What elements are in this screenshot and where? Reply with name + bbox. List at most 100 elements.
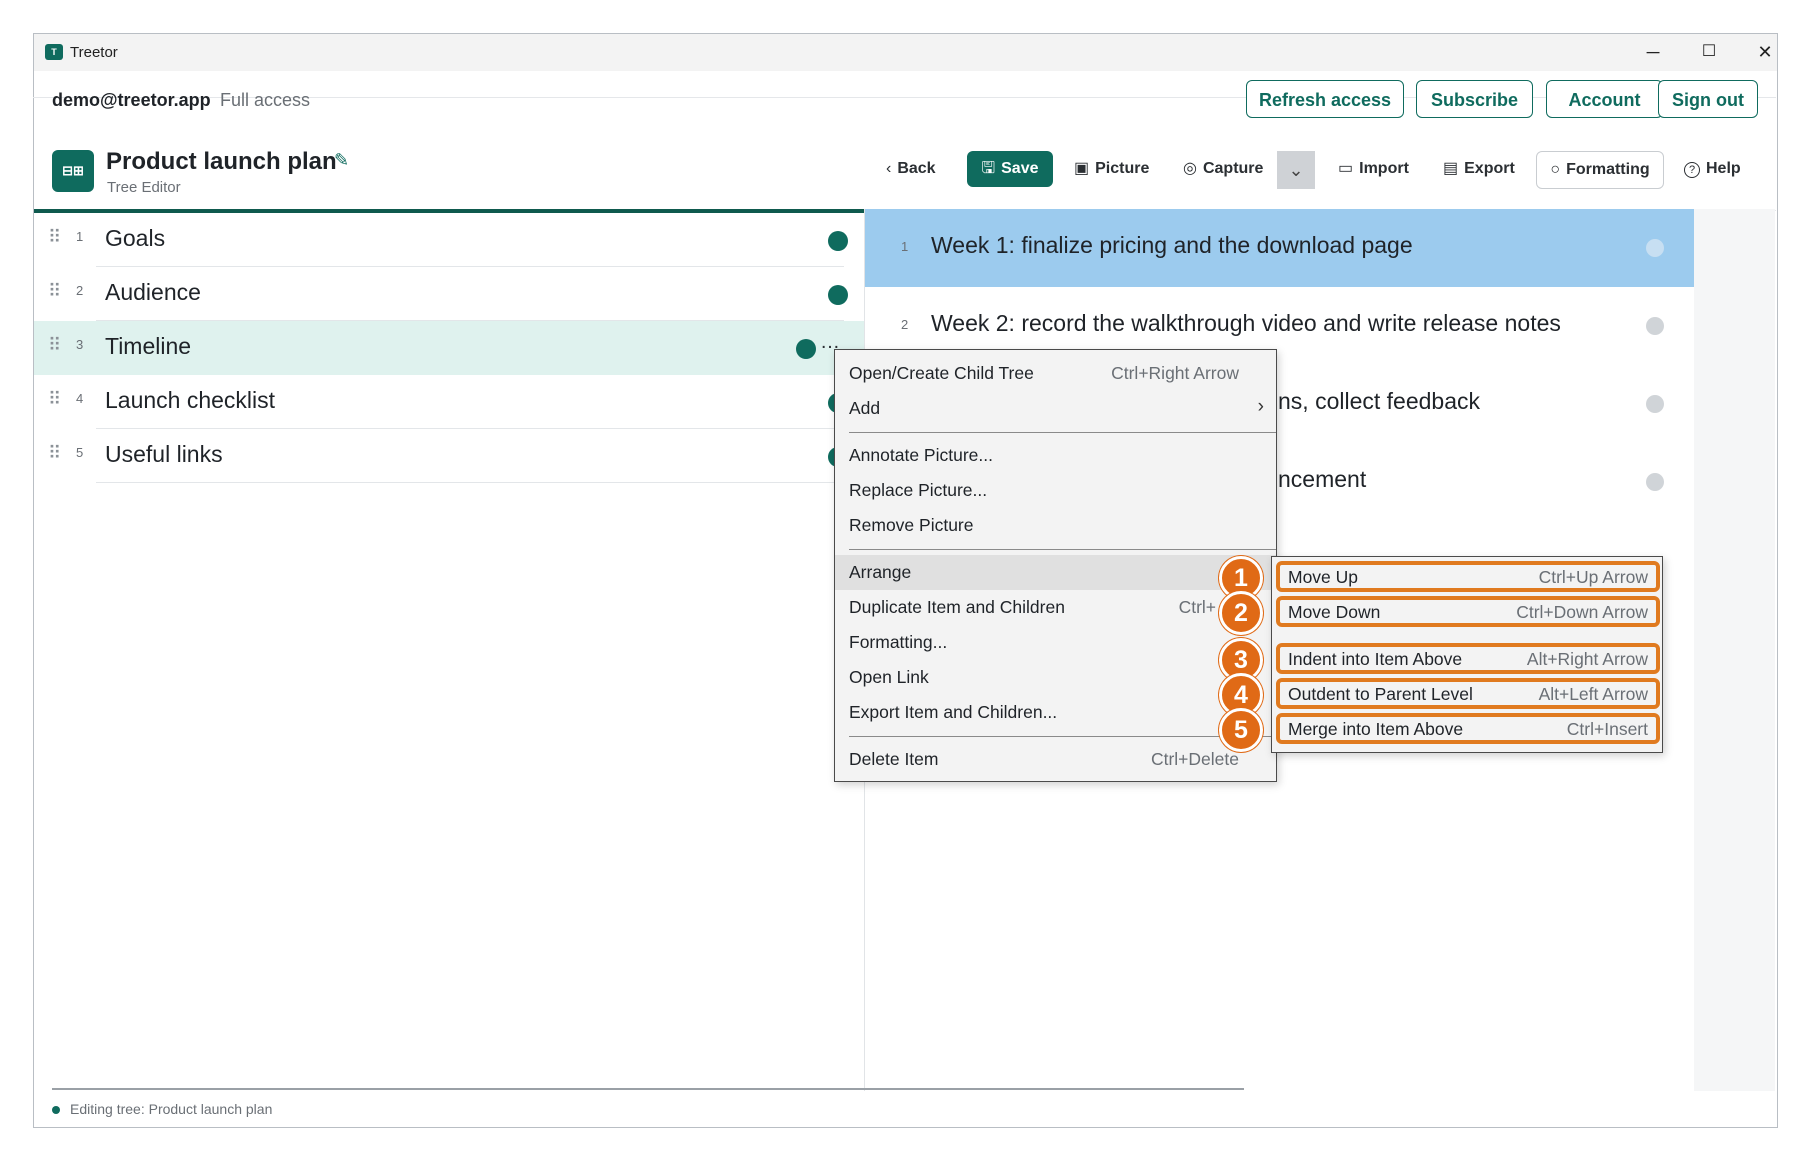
edit-title-icon[interactable]: ✎ [334,150,349,171]
menu-item-label: Add [849,398,881,418]
save-label: Save [1001,160,1039,177]
item-label: Audience [105,279,201,305]
menu-item-label: Open/Create Child Tree [849,363,1034,383]
right-scroll-gutter[interactable] [1694,209,1775,1091]
status-dot-icon [828,285,848,305]
status-dot-icon [1646,473,1664,491]
submenu-item-shortcut: Alt+Right Arrow [1526,649,1648,669]
menu-item-export-item[interactable]: Export Item and Children... [835,695,1276,730]
picture-icon: ▣ [1074,160,1090,177]
save-button[interactable]: 🖫 Save [967,151,1053,187]
arrange-submenu: Move Up Ctrl+Up Arrow Move Down Ctrl+Down … [1271,556,1663,753]
menu-separator [849,432,1276,433]
tree-item[interactable]: ⠿ 5 Useful links [34,429,864,483]
status-separator [52,1088,1244,1090]
menu-item-duplicate[interactable]: Duplicate Item and Children Ctrl+ [835,590,1276,625]
submenu-item-label: Merge into Item Above [1288,719,1464,739]
status-dot-icon [1646,317,1664,335]
status-dot-icon [828,231,848,251]
menu-item-shortcut: Ctrl+ [1178,597,1216,617]
item-label: Week 2: record the walkthrough video and… [931,310,1561,336]
chevron-left-icon: ‹ [886,160,892,177]
menu-item-label: Arrange [849,562,912,582]
account-email: demo@treetor.app [52,90,211,110]
menu-item-open-child-tree[interactable]: Open/Create Child Tree Ctrl+Right Arrow [835,356,1276,391]
menu-item-label: Annotate Picture... [849,445,993,465]
camera-icon: ◎ [1183,160,1197,177]
menu-item-label: Duplicate Item and Children [849,597,1065,617]
submenu-item-move-down[interactable]: Move Down Ctrl+Down Arrow [1276,596,1660,627]
drag-handle-icon[interactable]: ⠿ [48,281,61,302]
submenu-item-merge[interactable]: Merge into Item Above Ctrl+Insert [1276,713,1660,744]
child-item-highlighted[interactable]: 1 Week 1: finalize pricing and the downl… [865,209,1694,287]
capture-button[interactable]: ◎ Capture [1183,151,1263,187]
submenu-item-indent[interactable]: Indent into Item Above Alt+Right Arrow [1276,643,1660,674]
item-label: Useful links [105,441,223,467]
status-indicator-icon [52,1106,60,1115]
item-number: 2 [901,317,909,332]
item-label: Week 1: finalize pricing and the downloa… [931,232,1413,258]
menu-item-arrange[interactable]: Arrange [835,555,1276,590]
submenu-item-move-up[interactable]: Move Up Ctrl+Up Arrow [1276,561,1660,592]
document-subtitle: Tree Editor [107,179,181,196]
subscribe-button[interactable]: Subscribe [1416,80,1533,118]
tree-item[interactable]: ⠿ 1 Goals [34,213,864,267]
menu-item-remove-picture[interactable]: Remove Picture [835,508,1276,543]
item-label: Timeline [105,333,192,359]
menu-item-shortcut: Ctrl+Delete [1150,749,1239,769]
sign-out-button[interactable]: Sign out [1658,80,1758,118]
drag-handle-icon[interactable]: ⠿ [48,443,61,464]
submenu-item-label: Move Up [1288,567,1359,587]
item-number: 5 [76,445,84,460]
drag-handle-icon[interactable]: ⠿ [48,227,61,248]
formatting-button[interactable]: ○ Formatting [1536,151,1664,189]
document-title: Product launch plan [106,148,337,175]
capture-dropdown-button[interactable]: ⌄ [1277,151,1315,189]
refresh-access-button[interactable]: Refresh access [1246,80,1404,118]
account-button[interactable]: Account [1546,80,1663,118]
row-divider [96,482,844,483]
menu-item-formatting[interactable]: Formatting... [835,625,1276,660]
formatting-icon: ○ [1550,161,1561,178]
status-dot-icon [796,339,816,359]
menu-item-label: Remove Picture [849,515,974,535]
drag-handle-icon[interactable]: ⠿ [48,335,61,356]
menu-separator [849,736,1276,737]
help-button[interactable]: ? Help [1684,151,1741,187]
back-label: Back [897,160,936,177]
status-bar: Editing tree: Product launch plan [52,1101,272,1117]
import-label: Import [1359,160,1409,177]
submenu-item-label: Move Down [1288,602,1381,622]
submenu-item-shortcut: Ctrl+Insert [1566,719,1648,739]
back-button[interactable]: ‹ Back [886,151,936,187]
picture-button[interactable]: ▣ Picture [1074,151,1149,187]
help-icon: ? [1684,162,1700,178]
menu-item-replace-picture[interactable]: Replace Picture... [835,473,1276,508]
item-number: 4 [76,391,84,406]
menu-item-delete[interactable]: Delete Item Ctrl+Delete [835,742,1276,777]
submenu-item-label: Indent into Item Above [1288,649,1463,669]
capture-label: Capture [1202,160,1264,177]
formatting-label: Formatting [1566,161,1650,178]
submenu-item-label: Outdent to Parent Level [1288,684,1473,704]
submenu-chevron-icon: › [1257,396,1264,417]
tree-item[interactable]: ⠿ 2 Audience [34,267,864,321]
picture-label: Picture [1095,160,1150,177]
tree-editor-icon: ⊟⊞ [52,150,94,192]
menu-item-annotate-picture[interactable]: Annotate Picture... [835,438,1276,473]
export-button[interactable]: ▤ Export [1443,151,1515,187]
import-button[interactable]: ▭ Import [1338,151,1409,187]
menu-item-open-link[interactable]: Open Link [835,660,1276,695]
status-dot-icon [1646,395,1664,413]
menu-separator [849,549,1276,550]
item-number: 1 [76,229,84,244]
submenu-item-shortcut: Ctrl+Down Arrow [1516,602,1648,622]
tree-item[interactable]: ⠿ 4 Launch checklist [34,375,864,429]
access-level: Full access [220,90,311,110]
drag-handle-icon[interactable]: ⠿ [48,389,61,410]
help-label: Help [1706,160,1741,177]
menu-item-add[interactable]: Add › [835,391,1276,426]
context-menu: Open/Create Child Tree Ctrl+Right Arrow A… [834,349,1277,782]
submenu-item-outdent[interactable]: Outdent to Parent Level Alt+Left Arrow [1276,678,1660,709]
tree-item-selected[interactable]: ⠿ 3 Timeline … [34,321,864,375]
